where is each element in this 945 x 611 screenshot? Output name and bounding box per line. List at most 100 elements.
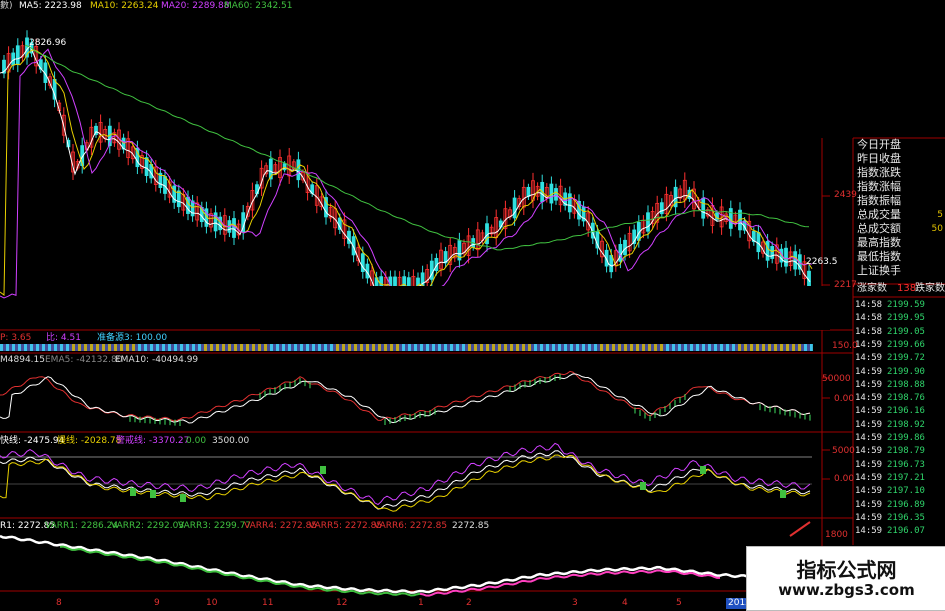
ind1-bar xyxy=(492,344,495,351)
candle-body xyxy=(176,190,181,208)
tick-row: 14:59 2196.89 xyxy=(855,499,925,512)
ind1-bar xyxy=(666,344,669,351)
ma20-label: MA20: 2289.88 xyxy=(161,1,230,11)
ind1-bar xyxy=(546,344,549,351)
sidebar-item-volume: 总成交量 xyxy=(857,208,901,221)
ind1-bar xyxy=(234,344,237,351)
tick-price: 2198.88 xyxy=(887,379,925,390)
ind1-bar xyxy=(228,344,231,351)
ind1-bar xyxy=(6,344,9,351)
ind1-bar xyxy=(696,344,699,351)
tick-price: 2198.76 xyxy=(887,393,925,404)
ind1-bar xyxy=(792,344,795,351)
ind1-bar xyxy=(156,344,159,351)
tick-price: 2199.59 xyxy=(887,300,925,310)
tick-price: 2199.86 xyxy=(887,433,925,443)
ind1-bar xyxy=(300,344,303,351)
tick-row: 14:59 2198.88 xyxy=(855,379,925,392)
x-label: 4 xyxy=(622,598,628,608)
down-count-label: 跌家数 xyxy=(915,283,945,294)
sidebar-item-amplitude: 指数振幅 xyxy=(857,194,901,207)
ind3-marker xyxy=(780,490,786,498)
tick-row: 14:59 2197.21 xyxy=(855,472,925,485)
candle-body xyxy=(784,247,788,267)
tick-time: 14:59 xyxy=(855,459,883,470)
x-label: 8 xyxy=(56,598,62,608)
ind1-c: 准备源3: 100.00 xyxy=(97,333,168,343)
ind4-c: VARR2: 2292.03 xyxy=(111,521,185,531)
tick-price: 2199.05 xyxy=(887,326,925,337)
ind1-bar xyxy=(102,344,105,351)
ind1-bar xyxy=(786,344,789,351)
ind1-bar xyxy=(594,344,597,351)
ind4-arrow xyxy=(789,521,811,537)
tick-time: 14:58 xyxy=(855,300,883,310)
ma5-line xyxy=(0,45,811,291)
ind1-bar xyxy=(384,344,387,351)
tick-row: 14:59 2196.16 xyxy=(855,405,925,418)
ind1-bar xyxy=(402,344,405,351)
ind1-bar xyxy=(36,344,39,351)
ind1-bar xyxy=(780,344,783,351)
ma10-line xyxy=(0,49,813,296)
ind1-bar xyxy=(450,344,453,351)
tick-row: 14:59 2199.72 xyxy=(855,352,925,365)
sidebar-item-amount: 总成交额 xyxy=(857,222,901,235)
sidebar-item-high: 最高指数 xyxy=(857,236,901,249)
x-label: 12 xyxy=(336,598,348,608)
x-label: 9 xyxy=(154,598,160,608)
ind4-d: VARR3: 2299.77 xyxy=(178,521,252,531)
ind1-bar xyxy=(444,344,447,351)
ind1-bar xyxy=(60,344,63,351)
ind1-bar xyxy=(240,344,243,351)
ind4-line xyxy=(0,534,811,594)
candle-body xyxy=(190,200,195,217)
tick-row: 14:59 2196.73 xyxy=(855,459,925,472)
ind1-bar xyxy=(246,344,249,351)
tick-time: 14:59 xyxy=(855,379,883,390)
ind1-bar xyxy=(522,344,525,351)
ind1-bar xyxy=(624,344,627,351)
candle-body xyxy=(659,202,664,215)
ind1-bar xyxy=(30,344,33,351)
ind1-bar xyxy=(138,344,141,351)
tick-time: 14:59 xyxy=(855,499,883,510)
ind1-bar xyxy=(150,344,153,351)
sidebar-item-turnover: 上证换手 xyxy=(857,264,901,277)
tick-row: 14:59 2197.10 xyxy=(855,485,925,498)
ind1-bar xyxy=(282,344,285,351)
tick-time: 14:59 xyxy=(855,486,883,497)
tick-time: 14:59 xyxy=(855,406,883,417)
ind1-bar xyxy=(708,344,711,351)
ind4-green-line xyxy=(59,545,421,597)
ind1-bar xyxy=(720,344,723,351)
tick-list[interactable]: 14:58 2199.59 14:58 2199.95 14:58 2199.05 14:5… xyxy=(853,299,945,544)
ind3-a: 快线: -2475.94 xyxy=(0,436,65,446)
ind1-bar xyxy=(204,344,207,351)
tick-time: 14:59 xyxy=(855,339,883,350)
amount-value: 50 xyxy=(931,224,943,234)
ind2-red-line xyxy=(0,370,811,422)
ind1-bar xyxy=(330,344,333,351)
ind1-bar xyxy=(528,344,531,351)
ind1-bar xyxy=(264,344,267,351)
ind1-bar xyxy=(564,344,567,351)
ma20-line xyxy=(0,48,813,299)
candle-body xyxy=(646,212,650,232)
ind1-bar xyxy=(762,344,765,351)
ind1-bar xyxy=(162,344,165,351)
tick-time: 14:59 xyxy=(855,433,883,443)
chart-canvas[interactable] xyxy=(0,0,945,609)
ind1-bar xyxy=(144,344,147,351)
ind1-bar xyxy=(690,344,693,351)
ind1-bar xyxy=(306,344,309,351)
ind1-bar xyxy=(630,344,633,351)
ind1-bar xyxy=(648,344,651,351)
ind1-bar xyxy=(294,344,297,351)
candle-body xyxy=(554,188,558,201)
tick-price: 2197.10 xyxy=(887,486,925,497)
tick-price: 2196.89 xyxy=(887,499,925,510)
ind1-bar xyxy=(504,344,507,351)
ind1-bar xyxy=(366,344,369,351)
ind2-axis-mid: 0.00 xyxy=(834,394,855,404)
